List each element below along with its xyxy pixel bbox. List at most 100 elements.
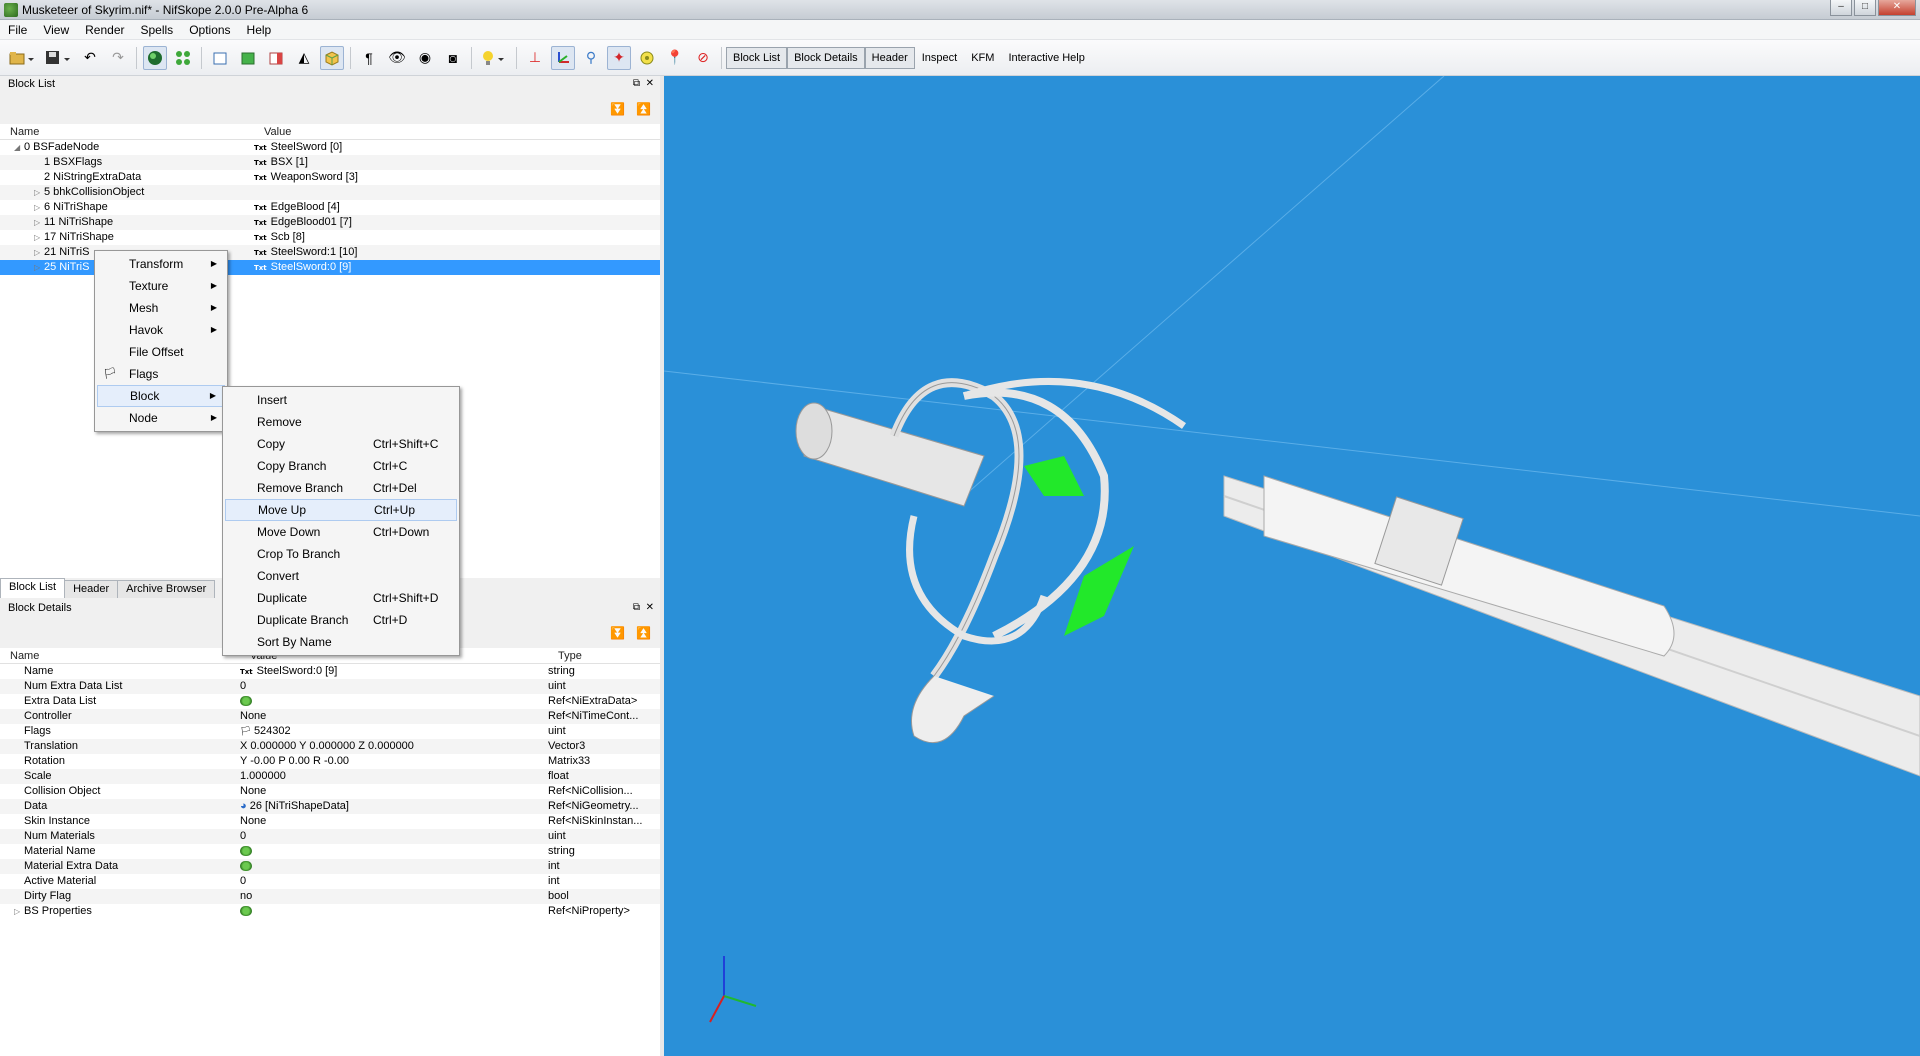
- detail-value-cell[interactable]: X 0.000000 Y 0.000000 Z 0.000000: [240, 739, 548, 754]
- expand-arrow-icon[interactable]: ▷: [14, 904, 24, 919]
- menu-render[interactable]: Render: [77, 20, 132, 40]
- close-dock-icon[interactable]: ✕: [646, 602, 654, 613]
- block-row[interactable]: ▷ 6 NiTriShape Txt EdgeBlood [4]: [0, 200, 660, 215]
- toggle-block-details[interactable]: Block Details: [787, 46, 865, 69]
- redo-icon[interactable]: ↷: [106, 46, 130, 70]
- menu-item-file-offset[interactable]: File Offset: [97, 341, 225, 363]
- block-row[interactable]: ▷ 11 NiTriShape Txt EdgeBlood01 [7]: [0, 215, 660, 230]
- menu-item-copy[interactable]: Copy Ctrl+Shift+C: [225, 433, 457, 455]
- detail-value-cell[interactable]: Txt SteelSword:0 [9]: [240, 664, 548, 679]
- detail-value-cell[interactable]: None: [240, 784, 548, 799]
- detail-value-cell[interactable]: [240, 904, 548, 919]
- toggle-header[interactable]: Header: [864, 46, 915, 69]
- detail-row[interactable]: Skin Instance None Ref<NiSkinInstan...: [0, 814, 660, 829]
- toggle-inspect[interactable]: Inspect: [915, 47, 964, 69]
- detail-row[interactable]: Flags 🏳 524302 uint: [0, 724, 660, 739]
- menu-item-block[interactable]: Block ▶: [97, 385, 225, 407]
- tab-block-list[interactable]: Block List: [0, 578, 66, 598]
- show-skeleton-icon[interactable]: ⚲: [579, 46, 603, 70]
- menu-item-flags[interactable]: 🏳 Flags: [97, 363, 225, 385]
- detail-row[interactable]: Material Extra Data int: [0, 859, 660, 874]
- menu-item-duplicate[interactable]: Duplicate Ctrl+Shift+D: [225, 587, 457, 609]
- menu-item-move-up[interactable]: Move Up Ctrl+Up: [225, 499, 457, 521]
- column-value[interactable]: Value: [254, 124, 654, 139]
- detail-row[interactable]: Dirty Flag no bool: [0, 889, 660, 904]
- tab-archive-browser[interactable]: Archive Browser: [117, 580, 216, 598]
- collapse-all-icon[interactable]: ⏫: [636, 102, 651, 116]
- menu-item-convert[interactable]: Convert: [225, 565, 457, 587]
- menu-item-copy-branch[interactable]: Copy Branch Ctrl+C: [225, 455, 457, 477]
- detail-value-cell[interactable]: 0: [240, 874, 548, 889]
- undo-icon[interactable]: ↶: [78, 46, 102, 70]
- select-object-icon[interactable]: [143, 45, 167, 70]
- expand-arrow-icon[interactable]: ▷: [34, 200, 44, 215]
- detail-value-cell[interactable]: ◕ 26 [NiTriShapeData]: [240, 799, 548, 814]
- block-row[interactable]: 1 BSXFlags Txt BSX [1]: [0, 155, 660, 170]
- detail-row[interactable]: Material Name string: [0, 844, 660, 859]
- hide-nodes-icon[interactable]: ⊘: [691, 46, 715, 70]
- menu-file[interactable]: File: [0, 20, 35, 40]
- detail-row[interactable]: Controller None Ref<NiTimeCont...: [0, 709, 660, 724]
- render-viewport[interactable]: [664, 76, 1920, 1056]
- show-nodes-icon[interactable]: 📍: [663, 46, 687, 70]
- menu-item-crop-to-branch[interactable]: Crop To Branch: [225, 543, 457, 565]
- expand-arrow-icon[interactable]: ▷: [34, 185, 44, 200]
- menu-item-mesh[interactable]: Mesh ▶: [97, 297, 225, 319]
- toggle-interactive-help[interactable]: Interactive Help: [1001, 47, 1091, 69]
- block-row[interactable]: ▷ 5 bhkCollisionObject: [0, 185, 660, 200]
- detail-row[interactable]: Scale 1.000000 float: [0, 769, 660, 784]
- float-icon[interactable]: ⧉: [633, 602, 640, 613]
- menu-item-havok[interactable]: Havok ▶: [97, 319, 225, 341]
- menu-item-node[interactable]: Node ▶: [97, 407, 225, 429]
- expand-arrow-icon[interactable]: ▷: [34, 215, 44, 230]
- view-side-icon[interactable]: [264, 46, 288, 70]
- expand-arrow-icon[interactable]: ▷: [34, 245, 44, 260]
- detail-row[interactable]: Num Materials 0 uint: [0, 829, 660, 844]
- expand-arrow-icon[interactable]: ◢: [14, 140, 24, 155]
- detail-row[interactable]: ▷ BS Properties Ref<NiProperty>: [0, 904, 660, 919]
- show-normals-icon[interactable]: ⊥: [523, 46, 547, 70]
- menu-item-sort-by-name[interactable]: Sort By Name: [225, 631, 457, 653]
- select-vertex-icon[interactable]: [171, 46, 195, 70]
- menu-help[interactable]: Help: [239, 20, 280, 40]
- toggle-kfm[interactable]: KFM: [964, 47, 1001, 69]
- detail-value-cell[interactable]: 0: [240, 679, 548, 694]
- menu-options[interactable]: Options: [181, 20, 238, 40]
- detail-row[interactable]: Num Extra Data List 0 uint: [0, 679, 660, 694]
- show-constraints-icon[interactable]: [635, 46, 659, 70]
- detail-row[interactable]: Data ◕ 26 [NiTriShapeData] Ref<NiGeometry.…: [0, 799, 660, 814]
- screenshot-icon[interactable]: ◙: [441, 46, 465, 70]
- maximize-button[interactable]: □: [1854, 0, 1876, 16]
- view-top-icon[interactable]: [236, 46, 260, 70]
- tab-header[interactable]: Header: [64, 580, 119, 598]
- detail-row[interactable]: Name Txt SteelSword:0 [9] string: [0, 664, 660, 679]
- block-row[interactable]: 2 NiStringExtraData Txt WeaponSword [3]: [0, 170, 660, 185]
- menu-item-move-down[interactable]: Move Down Ctrl+Down: [225, 521, 457, 543]
- close-button[interactable]: ✕: [1878, 0, 1916, 16]
- detail-value-cell[interactable]: [240, 694, 548, 709]
- column-name[interactable]: Name: [0, 648, 240, 663]
- detail-value-cell[interactable]: 1.000000: [240, 769, 548, 784]
- detail-row[interactable]: Active Material 0 int: [0, 874, 660, 889]
- menu-view[interactable]: View: [35, 20, 77, 40]
- show-markers-icon[interactable]: ◉: [413, 46, 437, 70]
- collapse-all-icon[interactable]: ⏫: [636, 626, 651, 640]
- expand-all-icon[interactable]: ⏬: [610, 102, 625, 116]
- show-havok-icon[interactable]: ✦: [607, 45, 631, 70]
- detail-value-cell[interactable]: 0: [240, 829, 548, 844]
- minimize-button[interactable]: –: [1830, 0, 1852, 16]
- show-hidden-icon[interactable]: ¶: [357, 46, 381, 70]
- view-flip-icon[interactable]: ◭: [292, 46, 316, 70]
- float-icon[interactable]: ⧉: [633, 78, 640, 89]
- detail-row[interactable]: Collision Object None Ref<NiCollision...: [0, 784, 660, 799]
- detail-value-cell[interactable]: None: [240, 814, 548, 829]
- menu-spells[interactable]: Spells: [133, 20, 182, 40]
- menu-item-texture[interactable]: Texture ▶: [97, 275, 225, 297]
- open-file-icon[interactable]: [6, 46, 38, 70]
- block-row[interactable]: ◢ 0 BSFadeNode Txt SteelSword [0]: [0, 140, 660, 155]
- view-front-icon[interactable]: [208, 46, 232, 70]
- detail-value-cell[interactable]: Y -0.00 P 0.00 R -0.00: [240, 754, 548, 769]
- expand-arrow-icon[interactable]: ▷: [34, 260, 44, 275]
- detail-value-cell[interactable]: 🏳 524302: [240, 724, 548, 739]
- show-visible-icon[interactable]: 👁: [385, 46, 409, 70]
